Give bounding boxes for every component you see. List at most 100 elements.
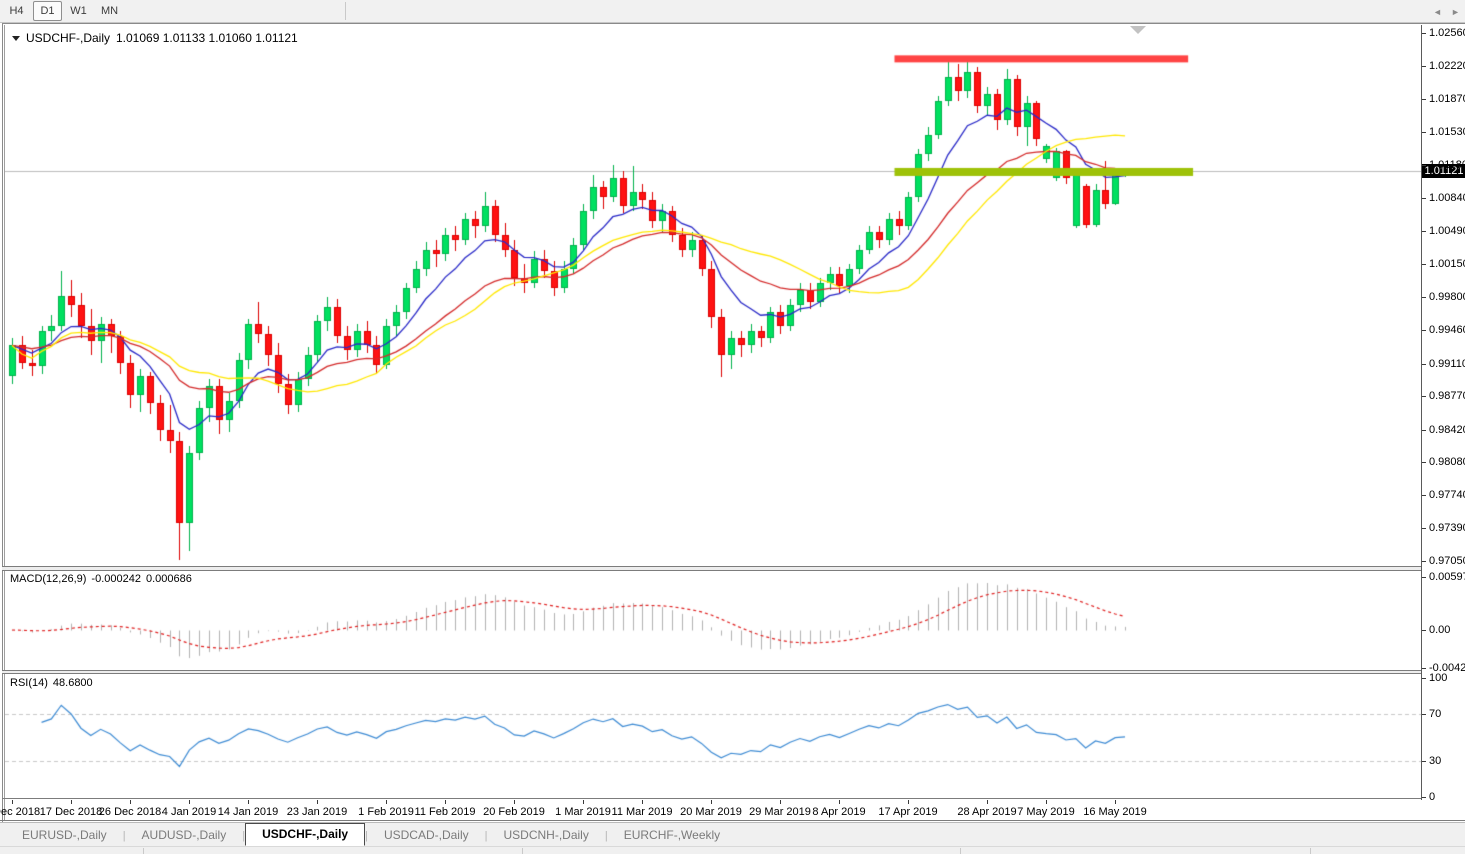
date-axis-label: 29 Mar 2019: [749, 806, 811, 818]
macd-axis-label: 0.00597: [1429, 571, 1465, 583]
price-axis-label-tick: [1422, 495, 1426, 496]
rsi-axis-label-tick: [1422, 761, 1426, 762]
timeframe-button-h4[interactable]: H4: [2, 1, 31, 21]
price-axis-label: 1.02560: [1429, 27, 1465, 39]
status-divider: [522, 848, 523, 854]
tab-usdcnh-daily[interactable]: USDCNH-,Daily: [488, 825, 605, 845]
macd-axis-label: 0.00: [1429, 624, 1451, 636]
price-axis-label-tick: [1422, 364, 1426, 365]
timeframe-button-d1[interactable]: D1: [33, 1, 62, 21]
price-axis-label-tick: [1422, 165, 1426, 166]
rsi-name: RSI(14): [10, 677, 48, 689]
rsi-indicator-pane[interactable]: [5, 674, 1421, 798]
date-axis-label: 1 Feb 2019: [358, 806, 414, 818]
date-axis-label: 23 Jan 2019: [286, 806, 348, 818]
date-axis-label: 20 Mar 2019: [680, 806, 742, 818]
tab-usdchf-daily[interactable]: USDCHF-,Daily: [245, 823, 366, 846]
date-axis-tick: [839, 800, 840, 804]
chart-ohlc-values: 1.01069 1.01133 1.01060 1.01121: [116, 31, 298, 45]
status-bar: [0, 846, 1465, 854]
price-axis-label: 0.99800: [1429, 291, 1465, 303]
date-axis-label: 11 Feb 2019: [414, 806, 476, 818]
price-axis-label: 1.01530: [1429, 126, 1465, 138]
date-axis-label: 20 Feb 2019: [483, 806, 545, 818]
tab-scroll-right-icon[interactable]: ►: [1451, 7, 1460, 17]
price-axis-label: 1.00150: [1429, 258, 1465, 270]
tab-eurchf-weekly[interactable]: EURCHF-,Weekly: [608, 825, 736, 845]
date-axis-label: 28 Apr 2019: [957, 806, 1017, 818]
date-axis-tick: [189, 800, 190, 804]
date-axis[interactable]: 7 Dec 201817 Dec 201826 Dec 20184 Jan 20…: [0, 800, 1465, 820]
tab-audusd-daily[interactable]: AUDUSD-,Daily: [126, 825, 243, 845]
bottom-frame-line: [0, 820, 1465, 821]
rsi-axis-label-tick: [1422, 714, 1426, 715]
price-axis-label: 1.01180: [1429, 159, 1465, 171]
chart-dropdown-icon[interactable]: [12, 35, 20, 41]
tab-scroll-left-icon[interactable]: ◄: [1433, 7, 1442, 17]
date-axis-tick: [642, 800, 643, 804]
rsi-canvas[interactable]: [5, 674, 1421, 798]
date-axis-tick: [12, 800, 13, 804]
rsi-axis-label-tick: [1422, 797, 1426, 798]
date-axis-tick: [908, 800, 909, 804]
macd-name: MACD(12,26,9): [10, 573, 87, 585]
price-axis-label: 0.99110: [1429, 358, 1465, 370]
macd-main-value: -0.000242: [91, 573, 141, 585]
price-axis-label-tick: [1422, 528, 1426, 529]
rsi-axis-label-tick: [1422, 678, 1426, 679]
timeframe-button-mn[interactable]: MN: [95, 1, 124, 21]
toolbar-separator: [345, 2, 346, 20]
window-frame-top: [2, 23, 1465, 24]
tab-eurusd-daily[interactable]: EURUSD-,Daily: [6, 825, 123, 845]
tab-usdcad-daily[interactable]: USDCAD-,Daily: [368, 825, 485, 845]
rsi-axis-label: 100: [1429, 672, 1448, 684]
price-axis-label: 0.97740: [1429, 489, 1465, 501]
timeframe-button-w1[interactable]: W1: [64, 1, 93, 21]
candlestick-canvas[interactable]: [5, 25, 1421, 566]
macd-axis-label-tick: [1422, 630, 1426, 631]
price-axis-label: 0.98770: [1429, 390, 1465, 402]
date-axis-label: 4 Jan 2019: [161, 806, 217, 818]
date-axis-tick: [1046, 800, 1047, 804]
timeframe-buttons: H4 D1 W1 MN: [0, 1, 124, 21]
price-axis-label: 0.98080: [1429, 456, 1465, 468]
macd-label: MACD(12,26,9) -0.000242 0.000686: [10, 573, 192, 585]
macd-canvas[interactable]: [5, 571, 1421, 670]
price-axis-label-tick: [1422, 396, 1426, 397]
rsi-axis-label: 30: [1429, 755, 1442, 767]
price-axis[interactable]: 1.01121 1.02560 1.02220 1.01870 1.01530 1.01…: [1421, 25, 1465, 803]
date-axis-label: 14 Jan 2019: [217, 806, 279, 818]
timeframe-toolbar: H4 D1 W1 MN: [0, 0, 1465, 23]
autoscroll-marker-icon[interactable]: [1130, 26, 1146, 34]
date-axis-label: 17 Apr 2019: [878, 806, 938, 818]
date-axis-tick: [386, 800, 387, 804]
macd-indicator-pane[interactable]: [5, 571, 1421, 670]
date-axis-label: 16 May 2019: [1083, 806, 1147, 818]
price-axis-label: 0.99460: [1429, 324, 1465, 336]
price-chart-pane[interactable]: [5, 25, 1421, 566]
status-divider: [1310, 848, 1311, 854]
date-axis-tick: [445, 800, 446, 804]
rsi-label: RSI(14) 48.6800: [10, 677, 93, 689]
price-axis-label-tick: [1422, 231, 1426, 232]
price-axis-label-tick: [1422, 430, 1426, 431]
window-frame-left: [2, 23, 3, 844]
date-axis-tick: [317, 800, 318, 804]
status-divider: [960, 848, 961, 854]
date-axis-label: 11 Mar 2019: [611, 806, 673, 818]
price-axis-label-tick: [1422, 462, 1426, 463]
date-axis-label: 26 Dec 2018: [98, 806, 162, 818]
price-axis-label: 0.97050: [1429, 555, 1465, 567]
price-axis-label-tick: [1422, 33, 1426, 34]
status-divider: [143, 848, 144, 854]
price-axis-label: 0.98420: [1429, 424, 1465, 436]
price-axis-label-tick: [1422, 132, 1426, 133]
price-axis-label: 1.02220: [1429, 60, 1465, 72]
chart-title: USDCHF-,Daily 1.01069 1.01133 1.01060 1.…: [12, 31, 298, 45]
rsi-axis-label: 70: [1429, 708, 1442, 720]
date-axis-label: 17 Dec 2018: [39, 806, 103, 818]
price-axis-label-tick: [1422, 66, 1426, 67]
macd-axis-label-tick: [1422, 668, 1426, 669]
pane-splitter: [2, 798, 1465, 799]
rsi-value: 48.6800: [52, 677, 93, 689]
